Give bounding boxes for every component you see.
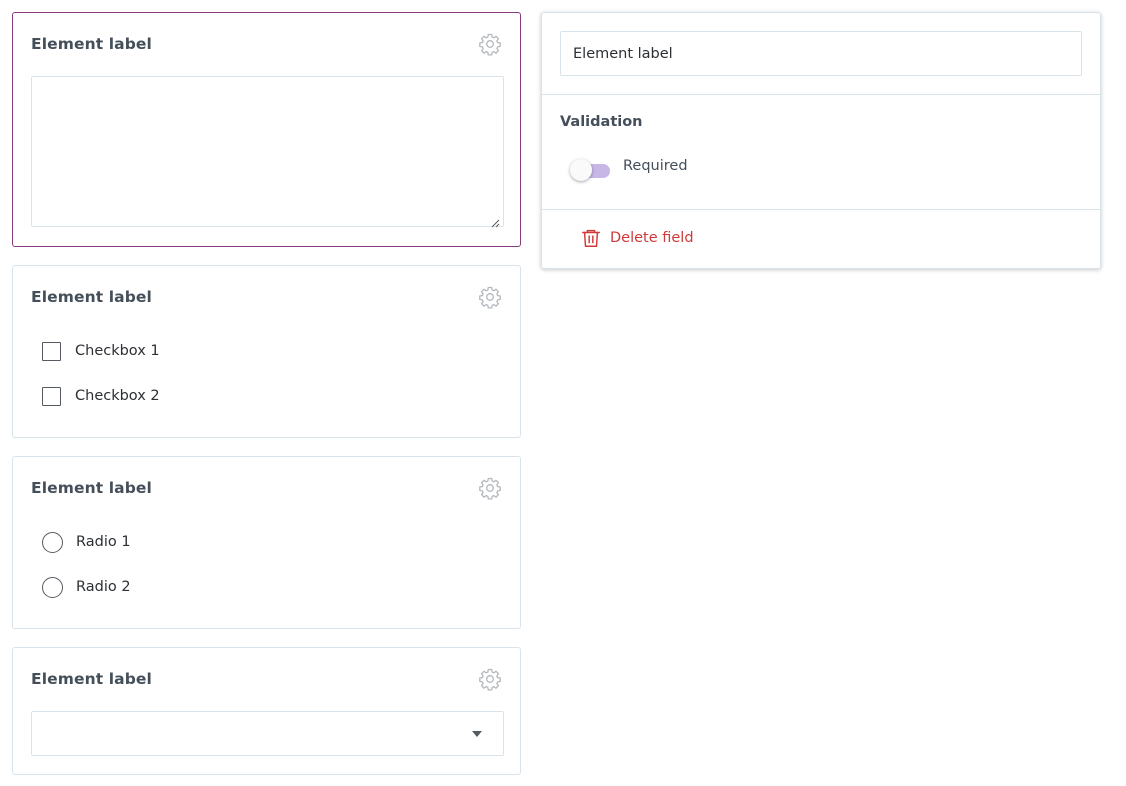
textarea-field-card[interactable]: Element label [12,12,521,247]
resize-grip-icon[interactable] [490,213,500,228]
radio-field-card[interactable]: Element label Radio 1 Radio 2 [12,456,521,629]
radio-label: Radio 2 [76,579,131,595]
divider [542,94,1100,95]
trash-icon [580,227,610,249]
delete-field-button[interactable]: Delete field [580,226,694,250]
delete-field-label: Delete field [610,230,694,246]
gear-icon[interactable] [478,667,502,691]
radio-option-1[interactable]: Radio 1 [42,530,131,554]
dropdown-field-card[interactable]: Element label [12,647,521,775]
field-label: Element label [31,288,152,306]
field-label: Element label [31,479,152,497]
gear-icon[interactable] [478,32,502,56]
field-settings-panel: Validation Required Delete field [541,12,1101,269]
required-toggle[interactable] [570,158,610,182]
field-label: Element label [31,35,152,53]
gear-icon[interactable] [478,476,502,500]
checkbox-label: Checkbox 2 [75,388,160,404]
caret-down-icon[interactable] [472,731,482,737]
gear-icon[interactable] [478,285,502,309]
checkbox-label: Checkbox 1 [75,343,160,359]
label-input[interactable] [560,31,1082,76]
toggle-knob [570,159,592,181]
divider [542,209,1100,210]
radio-button[interactable] [42,531,63,553]
validation-heading: Validation [560,114,643,130]
textarea-input[interactable] [31,76,504,228]
required-label: Required [623,158,688,174]
checkbox-field-card[interactable]: Element label Checkbox 1 Checkbox 2 [12,265,521,438]
checkbox[interactable] [42,386,61,406]
radio-option-2[interactable]: Radio 2 [42,575,131,599]
checkbox-option-1[interactable]: Checkbox 1 [42,339,160,363]
dropdown-select[interactable] [31,711,504,756]
checkbox-option-2[interactable]: Checkbox 2 [42,384,160,408]
radio-button[interactable] [42,576,63,598]
checkbox[interactable] [42,341,61,361]
field-label: Element label [31,670,152,688]
radio-label: Radio 1 [76,534,131,550]
